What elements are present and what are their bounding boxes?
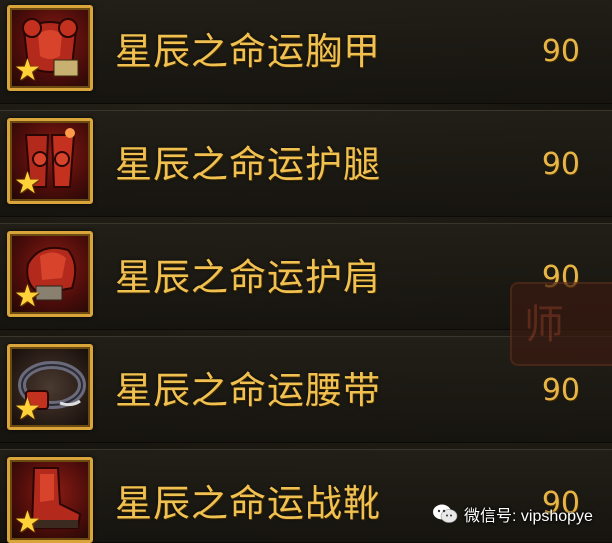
star-icon: ★ — [14, 505, 41, 540]
item-name: 星辰之命运战靴 — [115, 482, 381, 525]
equipment-row-boots[interactable]: ★ 星辰之命运战靴 90 — [0, 449, 612, 543]
star-icon: ★ — [14, 279, 41, 314]
item-name: 星辰之命运护腿 — [115, 143, 381, 186]
star-icon: ★ — [14, 392, 41, 427]
item-name: 星辰之命运护肩 — [115, 256, 381, 299]
item-level: 90 — [541, 34, 580, 69]
boots-icon: ★ — [7, 457, 93, 543]
equipment-list-panel: ★ 星辰之命运胸甲 90 ★ 星辰之命运护腿 90 ★ 星辰之命运护肩 90 ★… — [0, 0, 612, 543]
leg-armor-icon: ★ — [7, 118, 93, 204]
watermark-text: 微信号: vipshopye — [464, 508, 593, 525]
watermark: 微信号: vipshopye — [432, 502, 593, 526]
item-name: 星辰之命运腰带 — [115, 369, 381, 412]
star-icon: ★ — [14, 166, 41, 201]
equipment-row-legs[interactable]: ★ 星辰之命运护腿 90 — [0, 110, 612, 217]
item-name: 星辰之命运胸甲 — [115, 30, 381, 73]
item-level: 90 — [541, 373, 580, 408]
background-badge: 师 — [510, 282, 612, 366]
shoulder-armor-icon: ★ — [7, 231, 93, 317]
chest-armor-icon: ★ — [7, 5, 93, 91]
item-level: 90 — [541, 147, 580, 182]
star-icon: ★ — [14, 53, 41, 88]
belt-icon: ★ — [7, 344, 93, 430]
wechat-icon — [433, 504, 458, 523]
equipment-row-chest[interactable]: ★ 星辰之命运胸甲 90 — [0, 0, 612, 104]
background-badge-text: 师 — [524, 302, 564, 348]
